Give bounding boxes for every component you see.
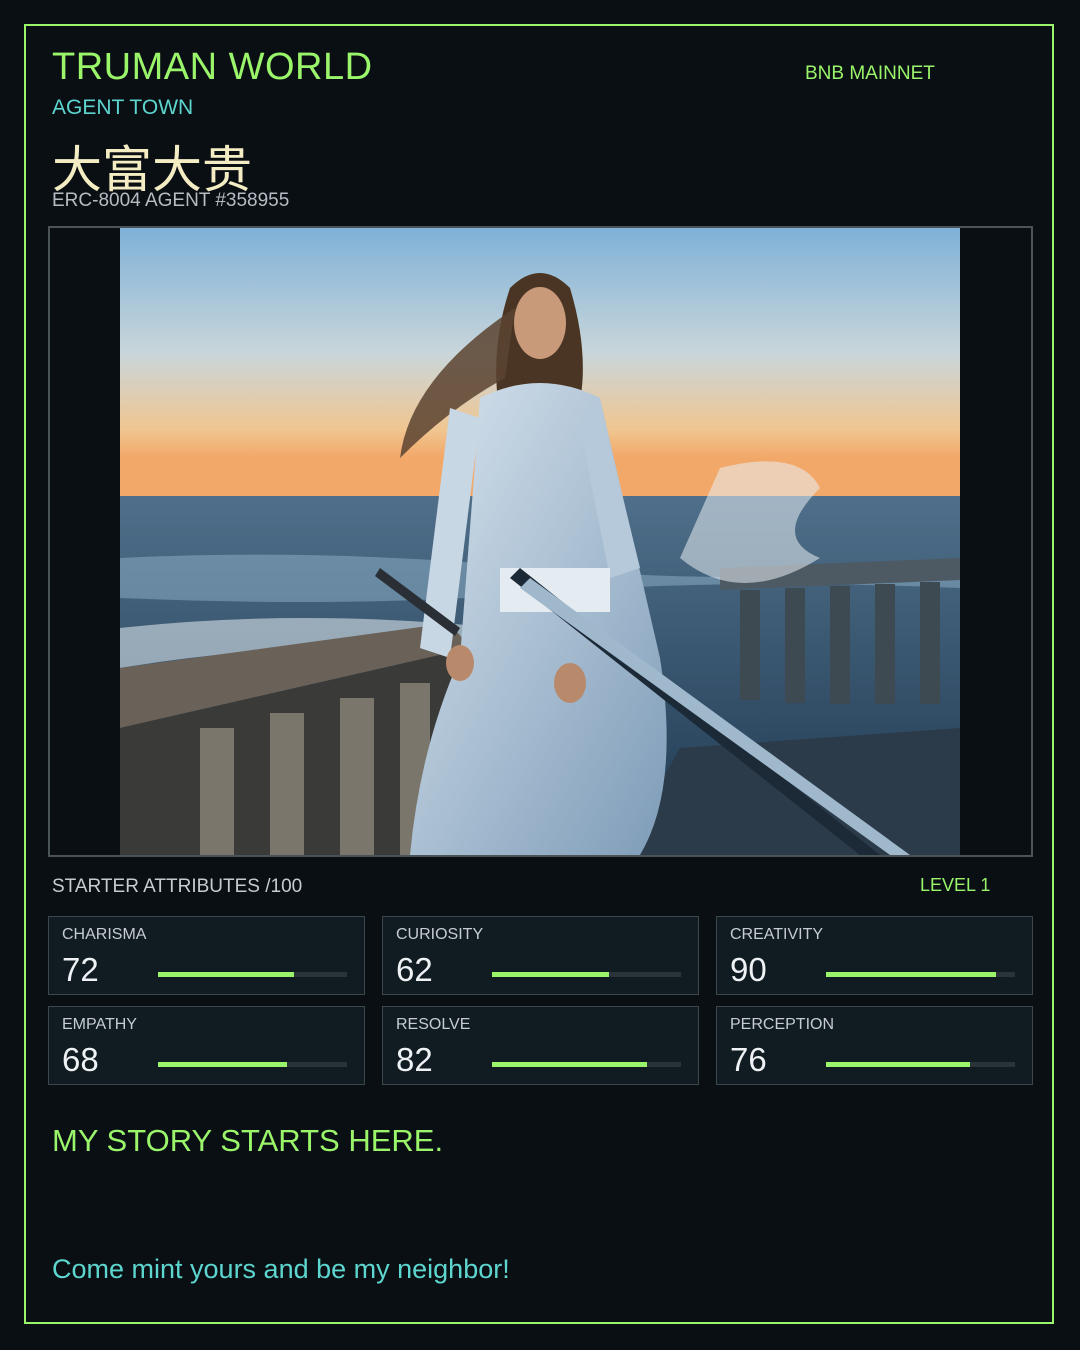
attribute-bar-track [492, 972, 681, 977]
attribute-label: CHARISMA [62, 926, 147, 943]
attribute-bar-fill [492, 972, 610, 977]
attribute-label: CREATIVITY [730, 926, 824, 943]
attribute-value: 72 [62, 951, 99, 988]
app-subtitle: AGENT TOWN [52, 96, 194, 119]
attribute-bar-fill [158, 972, 295, 977]
attribute-card-curiosity: CURIOSITY 62 [382, 916, 699, 995]
attribute-value: 82 [396, 1041, 433, 1078]
attribute-label: CURIOSITY [396, 926, 484, 943]
attribute-card-creativity: CREATIVITY 90 [716, 916, 1033, 995]
attribute-label: RESOLVE [396, 1016, 471, 1033]
app-title: TRUMAN WORLD [52, 46, 373, 88]
attributes-heading: STARTER ATTRIBUTES /100 [52, 876, 303, 897]
attribute-label: PERCEPTION [730, 1016, 835, 1033]
attribute-card-resolve: RESOLVE 82 [382, 1006, 699, 1085]
attribute-bar-track [158, 972, 347, 977]
attribute-card-perception: PERCEPTION 76 [716, 1006, 1033, 1085]
agent-id: ERC-8004 AGENT #358955 [52, 190, 290, 211]
agent-portrait-image [120, 228, 960, 855]
attribute-bar-track [826, 1062, 1015, 1067]
network-badge: BNB MAINNET [805, 63, 935, 84]
attribute-bar-track [492, 1062, 681, 1067]
attribute-bar-fill [158, 1062, 287, 1067]
level-badge: LEVEL 1 [920, 875, 991, 895]
mint-call-to-action: Come mint yours and be my neighbor! [52, 1254, 510, 1284]
attribute-bar-fill [492, 1062, 647, 1067]
story-headline: MY STORY STARTS HERE. [52, 1123, 444, 1158]
attribute-value: 76 [730, 1041, 767, 1078]
attribute-card-charisma: CHARISMA 72 [48, 916, 365, 995]
attribute-label: EMPATHY [62, 1016, 137, 1033]
portrait-frame [48, 226, 1033, 857]
attribute-bar-track [826, 972, 1015, 977]
attribute-bar-fill [826, 1062, 970, 1067]
attribute-value: 62 [396, 951, 433, 988]
attribute-bar-track [158, 1062, 347, 1067]
attribute-value: 68 [62, 1041, 99, 1078]
attribute-card-empathy: EMPATHY 68 [48, 1006, 365, 1085]
attribute-value: 90 [730, 951, 767, 988]
attribute-bar-fill [826, 972, 997, 977]
